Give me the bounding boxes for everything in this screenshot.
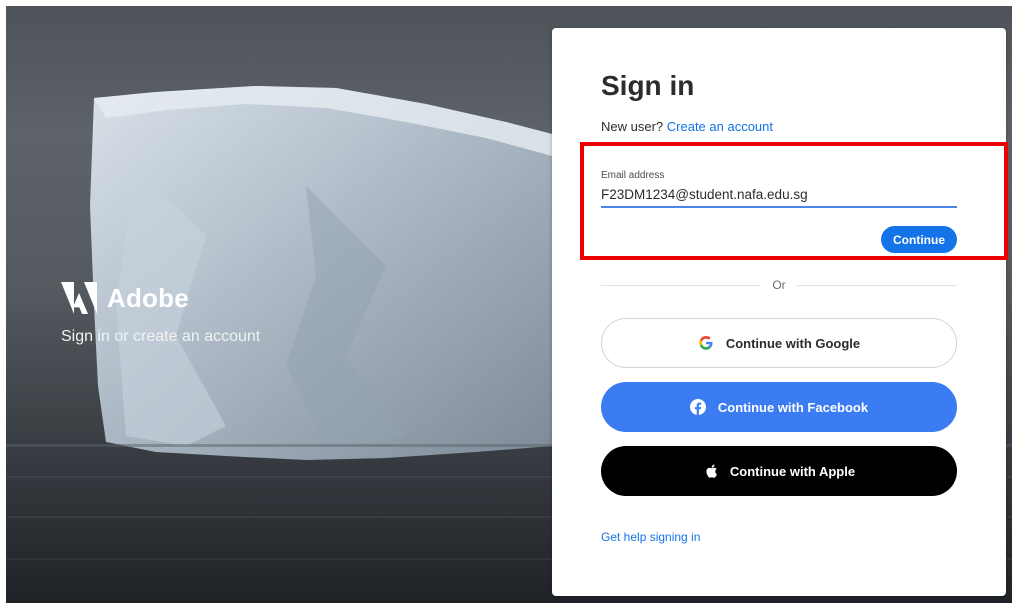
brand-name: Adobe: [107, 282, 189, 313]
new-user-row: New user? Create an account: [601, 119, 773, 134]
email-label: Email address: [601, 170, 665, 181]
facebook-icon: [689, 399, 706, 415]
email-field[interactable]: [601, 182, 957, 208]
page-title: Sign in: [601, 70, 695, 101]
create-account-link[interactable]: Create an account: [667, 119, 773, 134]
facebook-button-label: Continue with Facebook: [717, 399, 869, 415]
or-divider: Or: [601, 278, 957, 292]
get-help-link[interactable]: Get help signing in: [601, 530, 700, 544]
apple-button-label: Continue with Apple: [729, 463, 856, 479]
continue-button[interactable]: Continue: [881, 226, 957, 253]
continue-with-facebook-button[interactable]: Continue with Facebook: [601, 382, 957, 432]
brand-block: Adobe Sign in or create an account: [61, 282, 260, 346]
new-user-text: New user?: [601, 119, 664, 134]
continue-with-apple-button[interactable]: Continue with Apple: [601, 446, 957, 496]
sign-in-card: Sign in New user? Create an account Emai…: [552, 28, 1008, 596]
google-icon: [699, 336, 713, 350]
adobe-logo-icon: [61, 282, 97, 314]
google-button-label: Continue with Google: [725, 335, 861, 351]
brand-row: Adobe: [61, 282, 260, 314]
apple-icon: [706, 464, 717, 478]
brand-tagline: Sign in or create an account: [61, 328, 261, 345]
sign-in-page: Adobe Sign in or create an account Sign …: [6, 6, 1012, 603]
divider-line-right: [797, 285, 957, 286]
continue-with-google-button[interactable]: Continue with Google: [601, 318, 957, 368]
